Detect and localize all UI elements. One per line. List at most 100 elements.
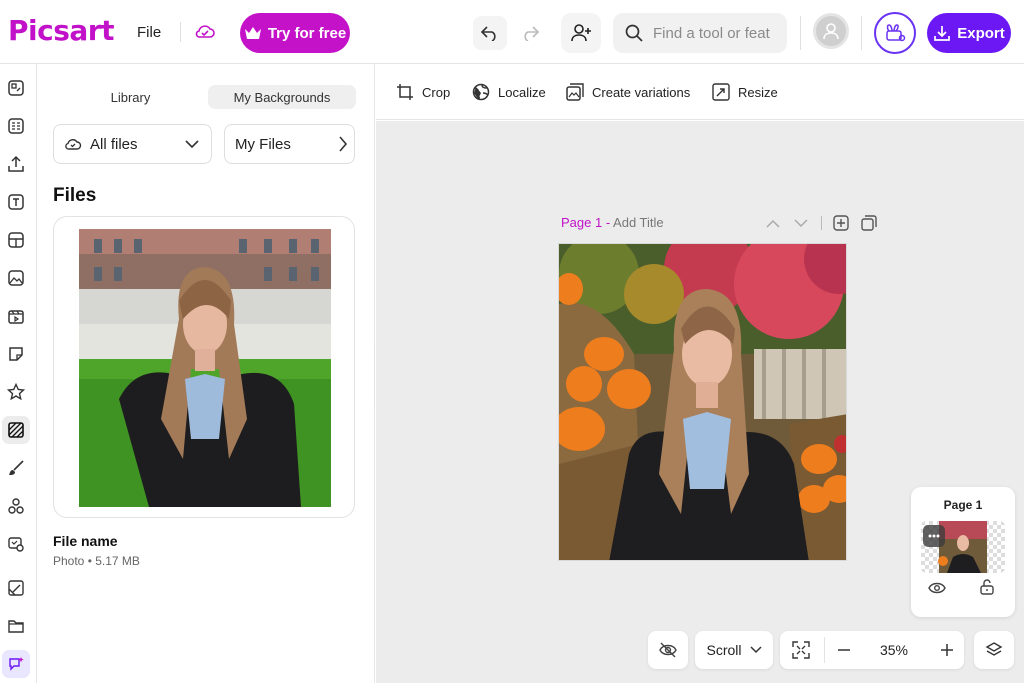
add-page-icon: [833, 215, 849, 231]
resize-button[interactable]: Resize: [712, 82, 778, 102]
shapes-icon[interactable]: [2, 492, 30, 520]
add-page-button[interactable]: [832, 214, 850, 232]
upload-icon[interactable]: [2, 150, 30, 178]
pages-panel: Page 1: [911, 487, 1015, 617]
divider: [800, 16, 801, 50]
eye-icon: [928, 582, 946, 594]
search-icon: [625, 24, 643, 42]
crop-button[interactable]: Crop: [396, 82, 450, 102]
chevron-right-icon[interactable]: [338, 136, 348, 152]
text-icon[interactable]: [2, 188, 30, 216]
toggle-visibility-button[interactable]: [648, 631, 688, 669]
divider: [824, 637, 825, 663]
invite-collaborator-button[interactable]: [561, 13, 601, 53]
picsart-logo[interactable]: Picsart: [8, 14, 114, 47]
zoom-in-button[interactable]: [940, 643, 954, 660]
tool-search[interactable]: [613, 13, 787, 53]
duplicate-icon: [861, 215, 877, 231]
layouts-icon[interactable]: [2, 112, 30, 140]
tool-rail: [0, 64, 37, 683]
redo-button[interactable]: [513, 16, 547, 50]
cloud-sync-icon[interactable]: [194, 22, 216, 42]
favorites-icon[interactable]: [2, 378, 30, 406]
videos-icon[interactable]: [2, 302, 30, 330]
page-number: Page 1: [561, 215, 603, 230]
page-more-button[interactable]: [923, 525, 945, 547]
minus-icon: [838, 649, 850, 651]
promo-button[interactable]: [874, 12, 916, 54]
backgrounds-icon[interactable]: [2, 416, 30, 444]
fit-to-screen-button[interactable]: [792, 641, 810, 662]
layers-icon: [985, 642, 1003, 656]
draw-icon[interactable]: [2, 454, 30, 482]
localize-button[interactable]: Localize: [472, 82, 546, 102]
page-title-separator: -: [602, 215, 614, 230]
divider: [180, 22, 181, 42]
layers-button[interactable]: [974, 631, 1014, 669]
page-lock-toggle[interactable]: [980, 579, 994, 600]
context-toolbar: Crop Localize Create variations Resize: [376, 64, 1024, 120]
create-variations-label: Create variations: [592, 84, 691, 100]
my-files-filter[interactable]: My Files: [224, 124, 355, 164]
chevron-down-icon: [185, 140, 199, 149]
chevron-up-icon: [766, 219, 780, 228]
zoom-out-button[interactable]: [837, 643, 851, 660]
tab-my-backgrounds[interactable]: My Backgrounds: [208, 85, 356, 109]
resize-icon: [712, 83, 730, 101]
file-card[interactable]: [53, 216, 355, 518]
localize-label: Localize: [498, 84, 546, 100]
all-files-dropdown[interactable]: All files: [53, 124, 212, 164]
chevron-down-icon: [749, 646, 762, 654]
brand-kit-icon[interactable]: [2, 530, 30, 558]
zoom-level[interactable]: 35%: [868, 642, 920, 658]
crown-icon: [244, 27, 261, 39]
page-visibility-toggle[interactable]: [928, 581, 946, 599]
add-user-icon: [571, 24, 591, 42]
try-for-free-button[interactable]: Try for free: [240, 13, 350, 53]
gift-bunny-icon: [886, 24, 906, 42]
folder-icon[interactable]: [2, 612, 30, 640]
photos-icon[interactable]: [2, 264, 30, 292]
backgrounds-panel: Library My Backgrounds All files My File…: [38, 64, 375, 683]
page-title[interactable]: Page 1 - Add Title: [561, 215, 664, 230]
search-input[interactable]: [653, 24, 773, 42]
create-variations-button[interactable]: Create variations: [566, 82, 690, 102]
download-icon: [934, 26, 951, 41]
user-avatar[interactable]: [813, 13, 849, 49]
undo-icon: [480, 26, 496, 41]
scroll-mode-label: Scroll: [706, 642, 742, 658]
eye-off-icon: [659, 642, 677, 658]
edit-icon[interactable]: [2, 574, 30, 602]
localize-icon: [472, 83, 490, 101]
export-button[interactable]: Export: [927, 13, 1011, 53]
divider: [861, 16, 862, 50]
undo-button[interactable]: [473, 16, 507, 50]
my-files-label: My Files: [235, 135, 291, 153]
file-menu[interactable]: File: [137, 24, 161, 41]
divider: [821, 216, 822, 230]
duplicate-page-button[interactable]: [860, 214, 878, 232]
zoom-controls: 35%: [780, 631, 964, 669]
ai-assistant-icon[interactable]: [2, 650, 30, 678]
cloud-icon: [65, 139, 82, 150]
add-title[interactable]: Add Title: [613, 215, 664, 230]
templates-icon[interactable]: [2, 74, 30, 102]
artboard-image[interactable]: [558, 243, 847, 561]
variations-icon: [566, 83, 584, 101]
file-thumbnail[interactable]: [79, 229, 331, 507]
crop-label: Crop: [422, 84, 451, 100]
scroll-mode-dropdown[interactable]: Scroll: [695, 631, 773, 669]
canvas-area: Page 1 - Add Title Page 1 Scroll 35%: [376, 121, 1024, 683]
resize-label: Resize: [738, 84, 778, 100]
page-down-button[interactable]: [792, 214, 810, 232]
try-for-free-label: Try for free: [267, 24, 347, 42]
redo-icon: [524, 26, 540, 41]
stickers-icon[interactable]: [2, 340, 30, 368]
chevron-down-icon: [794, 218, 808, 227]
crop-icon: [397, 84, 413, 100]
tab-library[interactable]: Library: [38, 85, 223, 109]
export-label: Export: [957, 24, 1005, 42]
elements-icon[interactable]: [2, 226, 30, 254]
page-up-button[interactable]: [764, 214, 782, 232]
fit-screen-icon: [792, 641, 810, 659]
